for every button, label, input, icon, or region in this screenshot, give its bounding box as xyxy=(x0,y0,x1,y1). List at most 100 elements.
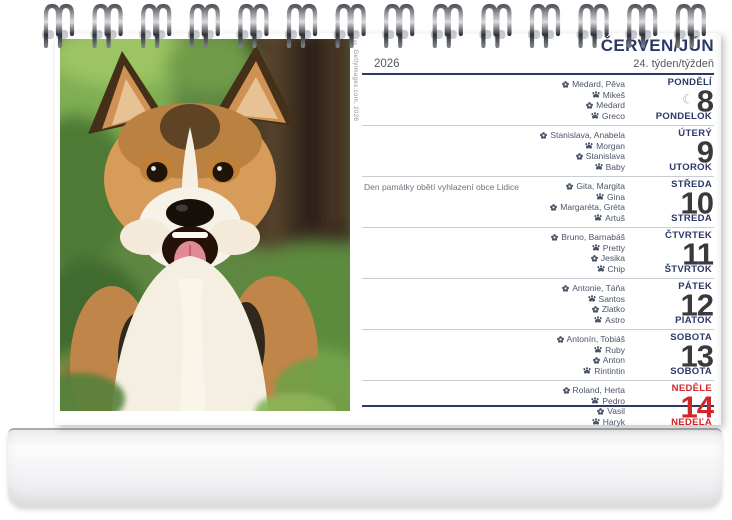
spiral-binding xyxy=(0,0,732,50)
czech-dogname-line: Santos xyxy=(588,294,625,305)
czech-nameday-line: Stanislava, Anabela xyxy=(540,130,625,141)
slovak-names: Jesika Chip xyxy=(591,253,625,274)
slovak-dog-name: Haryk xyxy=(603,417,625,428)
slovak-dog-name: Greco xyxy=(602,111,625,122)
czech-dogname-line: Pedro xyxy=(591,396,625,407)
slovak-nameday-names: Stanislava xyxy=(586,151,625,162)
flower-icon xyxy=(566,183,573,190)
czech-names: Roland, Herta Pedro xyxy=(563,385,625,406)
slovak-nameday-line: Jesika xyxy=(591,253,625,264)
holiday-note: Den památky obětí vyhlazení obce Lidice xyxy=(364,182,519,192)
slovak-dog-name: Astro xyxy=(605,315,625,326)
paw-icon xyxy=(591,112,599,119)
nameday-column: Antonín, Tobiáš Ruby Anton Rintintin xyxy=(557,330,634,380)
slovak-dog-name: Artuš xyxy=(605,213,625,224)
czech-dog-name: Santos xyxy=(599,294,625,305)
slovak-dogname-line: Haryk xyxy=(592,417,625,428)
desk-calendar: © Gettyimages.com, 2026 ČERVEN/JÚN 2026 … xyxy=(0,0,732,520)
day-name-czech: PONDĚLÍ xyxy=(668,78,712,88)
calendar-stand-base xyxy=(8,428,722,507)
flower-icon xyxy=(563,387,570,394)
day-name-slovak: ŠTVRTOK xyxy=(665,265,712,275)
czech-dog-name: Morgan xyxy=(596,141,625,152)
day-name-czech: PÁTEK xyxy=(678,282,712,292)
czech-nameday-line: Bruno, Barnabáš xyxy=(551,232,625,243)
day-name-slovak: SOBOTA xyxy=(670,367,712,377)
slovak-names: Anton Rintintin xyxy=(583,355,625,376)
day-block: PÁTEK 12 PIATOK xyxy=(634,279,714,329)
day-name-czech: SOBOTA xyxy=(670,333,712,343)
paw-icon xyxy=(594,214,602,221)
day-name-slovak: NEDEĽA xyxy=(671,418,712,428)
year-label: 2026 xyxy=(374,58,400,70)
czech-nameday-names: Antonín, Tobiáš xyxy=(567,334,625,345)
slovak-dog-name: Rintintin xyxy=(594,366,625,377)
day-name-slovak: PIATOK xyxy=(675,316,712,326)
day-row: Medard, Pěva Mikeš Medard Greco PONDĚ xyxy=(362,75,714,125)
nameday-column: Stanislava, Anabela Morgan Stanislava Ba… xyxy=(540,126,634,176)
flower-icon xyxy=(591,255,598,262)
day-name-czech: NEDĚLE xyxy=(672,384,712,394)
czech-names: Gita, Margita Gina xyxy=(566,181,625,202)
czech-names: Antonie, Táňa Santos xyxy=(562,283,625,304)
slovak-dogname-line: Rintintin xyxy=(583,366,625,377)
paw-icon xyxy=(588,295,596,302)
moon-icon: ☾ xyxy=(682,92,694,108)
day-block: ÚTERÝ 9 UTOROK xyxy=(634,126,714,176)
nameday-column: Antonie, Táňa Santos Zlatko Astro xyxy=(562,279,634,329)
czech-dogname-line: Mikeš xyxy=(592,90,625,101)
czech-nameday-line: Antonie, Táňa xyxy=(562,283,625,294)
slovak-nameday-names: Zlatko xyxy=(602,304,625,315)
corgi-illustration xyxy=(60,39,350,411)
czech-dogname-line: Ruby xyxy=(594,345,625,356)
czech-dog-name: Ruby xyxy=(605,345,625,356)
paw-icon xyxy=(585,142,593,149)
slovak-dogname-line: Chip xyxy=(597,264,625,275)
paw-icon xyxy=(592,91,600,98)
czech-names: Bruno, Barnabáš Pretty xyxy=(551,232,625,253)
day-row: Roland, Herta Pedro Vasil Haryk NEDĚL xyxy=(362,380,714,431)
slovak-names: Vasil Haryk xyxy=(592,406,625,427)
slovak-nameday-names: Jesika xyxy=(601,253,625,264)
photo-credit: © Gettyimages.com, 2026 xyxy=(352,41,358,121)
czech-nameday-line: Medard, Pěva xyxy=(562,79,625,90)
czech-dog-name: Gina xyxy=(607,192,625,203)
flower-icon xyxy=(597,408,604,415)
calendar-page: © Gettyimages.com, 2026 ČERVEN/JÚN 2026 … xyxy=(55,33,721,425)
czech-dogname-line: Gina xyxy=(596,192,625,203)
czech-names: Medard, Pěva Mikeš xyxy=(562,79,625,100)
day-block: PONDĚLÍ ☾ 8 PONDELOK xyxy=(634,75,714,125)
czech-nameday-line: Roland, Herta xyxy=(563,385,625,396)
paw-icon xyxy=(595,163,603,170)
day-row: Den památky obětí vyhlazení obce Lidice … xyxy=(362,176,714,227)
flower-icon xyxy=(593,357,600,364)
czech-nameday-names: Gita, Margita xyxy=(576,181,625,192)
week-label: 24. týden/týždeň xyxy=(633,58,714,70)
day-row: Antonie, Táňa Santos Zlatko Astro PÁT xyxy=(362,278,714,329)
paw-icon xyxy=(592,418,600,425)
flower-icon xyxy=(550,204,557,211)
flower-icon xyxy=(557,336,564,343)
calendar-grid: ČERVEN/JÚN 2026 24. týden/týždeň Medard,… xyxy=(362,36,714,416)
day-name-slovak: PONDELOK xyxy=(656,112,712,122)
flower-icon xyxy=(562,285,569,292)
czech-nameday-line: Gita, Margita xyxy=(566,181,625,192)
day-row: Antonín, Tobiáš Ruby Anton Rintintin xyxy=(362,329,714,380)
slovak-nameday-names: Medard xyxy=(596,100,625,111)
czech-nameday-names: Antonie, Táňa xyxy=(572,283,625,294)
slovak-names: Zlatko Astro xyxy=(592,304,625,325)
czech-dog-name: Pretty xyxy=(603,243,625,254)
paw-icon xyxy=(594,346,602,353)
slovak-dog-name: Baby xyxy=(606,162,625,173)
day-row: Bruno, Barnabáš Pretty Jesika Chip ČT xyxy=(362,227,714,278)
czech-nameday-names: Roland, Herta xyxy=(573,385,625,396)
czech-dog-name: Pedro xyxy=(602,396,625,407)
day-row: Stanislava, Anabela Morgan Stanislava Ba… xyxy=(362,125,714,176)
slovak-names: Margaréta, Gréta Artuš xyxy=(550,202,625,223)
slovak-nameday-line: Vasil xyxy=(597,406,625,417)
paw-icon xyxy=(583,367,591,374)
flower-icon xyxy=(592,306,599,313)
calendar-photo-corgi xyxy=(60,39,350,411)
slovak-nameday-line: Medard xyxy=(586,100,625,111)
nameday-column: Gita, Margita Gina Margaréta, Gréta Artu… xyxy=(550,177,634,227)
